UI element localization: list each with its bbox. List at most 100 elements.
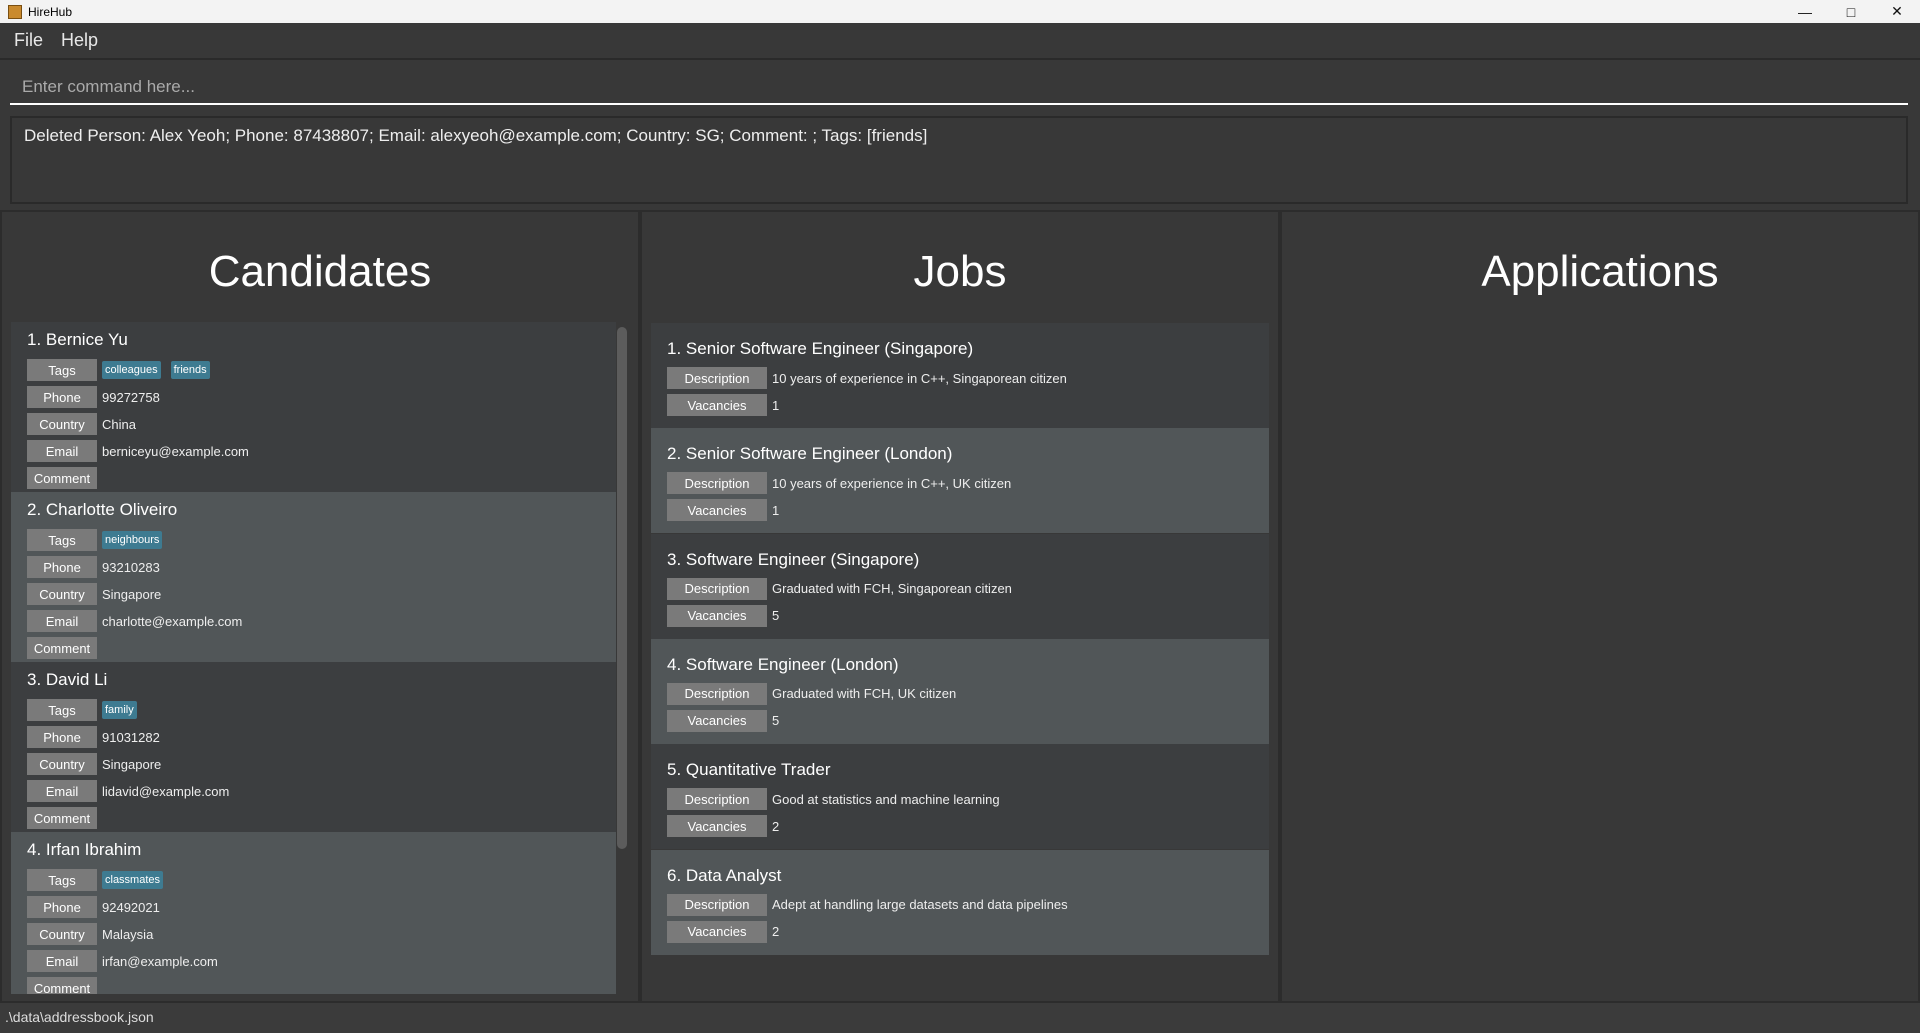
vacancies-row: Vacancies 2 (667, 815, 779, 838)
candidate-card[interactable]: 1. Bernice Yu Tags colleagues friends Phone 9… (11, 322, 616, 492)
candidate-name: 4. Irfan Ibrahim (27, 840, 142, 859)
job-card[interactable]: 5. Quantitative Trader Description Good a… (651, 744, 1269, 850)
description-label: Description (667, 788, 767, 811)
description-row: Description Good at statistics and machin… (667, 788, 1000, 811)
applications-heading: Applications (1481, 247, 1719, 296)
job-card[interactable]: 3. Software Engineer (Singapore) Descrip… (651, 533, 1269, 639)
close-icon[interactable]: ✕ (1874, 0, 1920, 23)
description-value: 10 years of experience in C++, UK citize… (772, 475, 1012, 491)
vacancies-value: 5 (772, 608, 780, 624)
tag-badge: neighbours (102, 531, 163, 549)
description-row: Description Adept at handling large datas… (667, 893, 1068, 916)
vacancies-row: Vacancies 1 (667, 394, 779, 416)
comment-row: Comment (27, 977, 102, 994)
maximize-icon[interactable]: □ (1828, 0, 1874, 23)
description-value: Graduated with FCH, Singaporean citizen (772, 581, 1012, 597)
email-label: Email (27, 610, 97, 632)
country-label: Country (27, 583, 97, 605)
description-label: Description (667, 682, 767, 705)
candidate-card[interactable]: 3. David Li Tags family Phone 91031282 Countr… (11, 662, 616, 832)
phone-row: Phone 92492021 (27, 896, 160, 918)
jobs-heading: Jobs (913, 247, 1007, 296)
phone-row: Phone 93210283 (27, 556, 160, 578)
comment-label: Comment (27, 977, 97, 994)
candidate-card[interactable]: 4. Irfan Ibrahim Tags classmates Phone 92492… (11, 832, 616, 994)
vacancies-label: Vacancies (667, 920, 767, 943)
minimize-icon[interactable]: — (1782, 0, 1828, 23)
applications-panel: Applications (1280, 210, 1920, 1003)
email-label: Email (27, 780, 97, 802)
vacancies-label: Vacancies (667, 815, 767, 838)
vacancies-value: 1 (772, 397, 780, 413)
description-label: Description (667, 577, 767, 600)
vacancies-value: 2 (772, 924, 780, 940)
description-row: Description Graduated with FCH, Singapore… (667, 577, 1012, 600)
phone-row: Phone 99272758 (27, 386, 160, 408)
job-card[interactable]: 1. Senior Software Engineer (Singapore) … (651, 323, 1269, 428)
menu-bar: File Help (0, 23, 1920, 58)
description-value: Adept at handling large datasets and dat… (772, 897, 1068, 913)
tags-label: Tags (27, 869, 97, 891)
tags-row: Tags family (27, 699, 142, 721)
vacancies-row: Vacancies 1 (667, 499, 780, 522)
tags-row: Tags colleagues friends (27, 359, 215, 381)
description-value: Graduated with FCH, UK citizen (772, 686, 957, 702)
status-bar: .\data\addressbook.json (0, 1003, 1920, 1033)
comment-row: Comment (27, 807, 102, 829)
phone-label: Phone (27, 896, 97, 918)
country-row: Country Singapore (27, 753, 161, 775)
vacancies-label: Vacancies (667, 394, 767, 416)
email-row: Email lidavid@example.com (27, 780, 229, 802)
candidate-scrollbar[interactable] (617, 327, 627, 849)
candidate-name: 2. Charlotte Oliveiro (27, 500, 178, 519)
job-title: 1. Senior Software Engineer (Singapore) (667, 339, 974, 358)
phone-value: 99272758 (102, 389, 160, 405)
description-row: Description 10 years of experience in C++… (667, 472, 1012, 495)
window-title: HireHub (28, 4, 73, 19)
job-title: 2. Senior Software Engineer (London) (667, 444, 953, 464)
email-value: berniceyu@example.com (102, 443, 249, 459)
description-row: Description 10 years of experience in C++… (667, 367, 1067, 389)
phone-label: Phone (27, 726, 97, 748)
country-value: Singapore (102, 586, 162, 602)
email-row: Email irfan@example.com (27, 950, 218, 972)
vacancies-value: 1 (772, 502, 780, 518)
comment-label: Comment (27, 807, 97, 829)
country-label: Country (27, 753, 97, 775)
email-row: Email berniceyu@example.com (27, 440, 249, 462)
vacancies-label: Vacancies (667, 709, 767, 732)
tags-label: Tags (27, 699, 97, 721)
phone-label: Phone (27, 556, 97, 578)
tag-badge: colleagues (102, 361, 161, 379)
result-display: Deleted Person: Alex Yeoh; Phone: 874388… (10, 116, 1908, 204)
phone-row: Phone 91031282 (27, 726, 160, 748)
title-bar: HireHub — □ ✕ (0, 0, 1920, 23)
vacancies-label: Vacancies (667, 604, 767, 627)
comment-label: Comment (27, 637, 97, 659)
job-card[interactable]: 6. Data Analyst Description Adept at hand… (651, 849, 1269, 955)
job-card[interactable]: 4. Software Engineer (London) Descriptio… (651, 638, 1269, 744)
job-title: 4. Software Engineer (London) (667, 654, 899, 674)
country-row: Country Singapore (27, 583, 161, 605)
country-value: China (102, 416, 136, 432)
job-card[interactable]: 2. Senior Software Engineer (London) Des… (651, 428, 1269, 534)
app-icon (8, 4, 22, 19)
menu-help[interactable]: Help (61, 30, 98, 51)
tag-badge: family (102, 701, 137, 719)
country-label: Country (27, 923, 97, 945)
tags-label: Tags (27, 359, 97, 381)
email-value: charlotte@example.com (102, 613, 243, 629)
job-title: 6. Data Analyst (667, 865, 782, 885)
phone-label: Phone (27, 386, 97, 408)
vacancies-row: Vacancies 5 (667, 709, 779, 732)
tags-label: Tags (27, 529, 97, 551)
menu-file[interactable]: File (14, 30, 43, 51)
email-value: lidavid@example.com (102, 783, 230, 799)
phone-value: 91031282 (102, 729, 160, 745)
candidate-card[interactable]: 2. Charlotte Oliveiro Tags neighbours Phone… (11, 492, 616, 662)
candidates-heading: Candidates (208, 247, 432, 296)
command-box (0, 58, 1920, 110)
candidate-list[interactable]: 1. Bernice Yu Tags colleagues friends Phone 9… (11, 322, 616, 994)
command-input[interactable] (10, 70, 1908, 105)
comment-row: Comment (27, 467, 102, 489)
